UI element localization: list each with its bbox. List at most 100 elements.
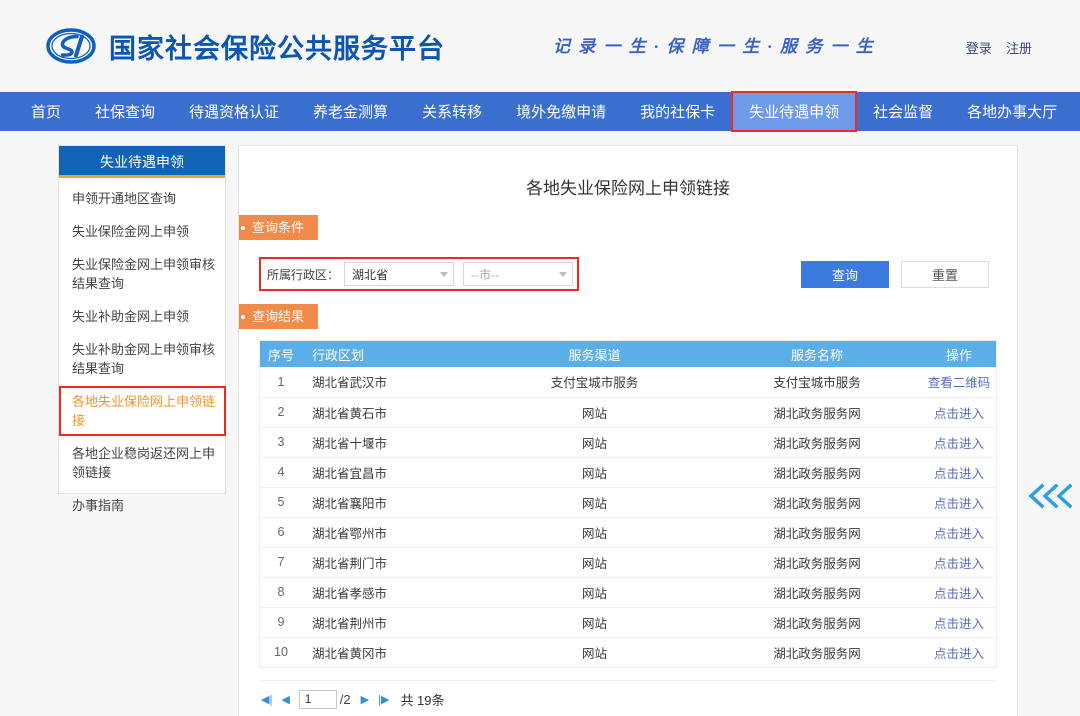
sidebar-menu: 申领开通地区查询失业保险金网上申领失业保险金网上申领审核结果查询失业补助金网上申… <box>59 178 225 528</box>
row-action-link[interactable]: 点击进入 <box>934 647 984 661</box>
cell-action: 点击进入 <box>922 547 996 577</box>
row-action-link[interactable]: 点击进入 <box>934 407 984 421</box>
cell-no: 1 <box>260 367 302 397</box>
sidebar-item-6[interactable]: 各地企业稳岗返还网上申领链接 <box>59 437 225 489</box>
sidebar-item-2[interactable]: 失业保险金网上申领审核结果查询 <box>59 248 225 300</box>
sidebar-item-0[interactable]: 申领开通地区查询 <box>59 182 225 215</box>
nav-item-3[interactable]: 养老金测算 <box>296 92 405 131</box>
sidebar-item-4[interactable]: 失业补助金网上申领审核结果查询 <box>59 333 225 385</box>
cell-region: 湖北省鄂州市 <box>302 517 477 547</box>
sidebar: 失业待遇申领 申领开通地区查询失业保险金网上申领失业保险金网上申领审核结果查询失… <box>58 145 226 494</box>
login-link[interactable]: 登录 <box>966 41 992 56</box>
city-select[interactable]: --市-- <box>463 262 573 286</box>
prev-page-icon[interactable]: ◀ <box>281 693 289 706</box>
cell-channel: 网站 <box>477 397 712 427</box>
cell-channel: 网站 <box>477 637 712 667</box>
reset-button[interactable]: 重置 <box>901 261 989 288</box>
register-link[interactable]: 注册 <box>1006 41 1032 56</box>
cell-channel: 网站 <box>477 607 712 637</box>
sidebar-item-5[interactable]: 各地失业保险网上申领链接 <box>59 385 225 437</box>
last-page-icon[interactable]: |▶ <box>378 693 389 706</box>
content-gap <box>226 145 238 716</box>
row-action-link[interactable]: 点击进入 <box>934 617 984 631</box>
region-label: 所属行政区： <box>267 266 339 283</box>
results-table-wrapper: 序号行政区划服务渠道服务名称操作 1湖北省武汉市支付宝城市服务支付宝城市服务查看… <box>259 340 997 668</box>
result-section-label: 查询结果 <box>252 304 304 329</box>
cell-service: 湖北政务服务网 <box>712 457 922 487</box>
pagination: ◀| ◀ 1 /2 ▶ |▶ 共 19条 <box>239 681 1017 709</box>
nav-item-1[interactable]: 社保查询 <box>78 92 172 131</box>
row-action-link[interactable]: 点击进入 <box>934 497 984 511</box>
province-select-value: 湖北省 <box>352 266 388 283</box>
row-action-link[interactable]: 点击进入 <box>934 587 984 601</box>
table-row: 4湖北省宜昌市网站湖北政务服务网点击进入 <box>260 457 996 487</box>
sidebar-item-3[interactable]: 失业补助金网上申领 <box>59 300 225 333</box>
cell-channel: 网站 <box>477 547 712 577</box>
query-section-header: 查询条件 <box>239 215 1017 245</box>
cell-no: 4 <box>260 457 302 487</box>
table-head: 序号行政区划服务渠道服务名称操作 <box>260 341 996 367</box>
table-row: 9湖北省荆州市网站湖北政务服务网点击进入 <box>260 607 996 637</box>
cell-service: 支付宝城市服务 <box>712 367 922 397</box>
search-button[interactable]: 查询 <box>801 261 889 288</box>
cell-action: 点击进入 <box>922 457 996 487</box>
sidebar-item-7[interactable]: 办事指南 <box>59 489 225 522</box>
nav-item-2[interactable]: 待遇资格认证 <box>172 92 296 131</box>
first-page-icon[interactable]: ◀| <box>261 693 272 706</box>
si-emblem-icon <box>46 27 96 65</box>
cell-action: 点击进入 <box>922 637 996 667</box>
cell-no: 10 <box>260 637 302 667</box>
region-field-group: 所属行政区： 湖北省 --市-- <box>259 257 579 291</box>
row-action-link[interactable]: 点击进入 <box>934 437 984 451</box>
cell-no: 8 <box>260 577 302 607</box>
nav-item-0[interactable]: 首页 <box>14 92 78 131</box>
sidebar-item-1[interactable]: 失业保险金网上申领 <box>59 215 225 248</box>
chevron-down-icon <box>559 272 567 277</box>
cell-no: 5 <box>260 487 302 517</box>
table-column-header-3: 服务名称 <box>712 341 922 367</box>
collapse-panel-handle[interactable] <box>1026 483 1072 509</box>
row-action-link[interactable]: 点击进入 <box>934 527 984 541</box>
cell-action: 点击进入 <box>922 397 996 427</box>
cell-region: 湖北省黄冈市 <box>302 637 477 667</box>
cell-service: 湖北政务服务网 <box>712 577 922 607</box>
cell-service: 湖北政务服务网 <box>712 517 922 547</box>
total-pages-label: /2 <box>340 692 351 707</box>
province-select[interactable]: 湖北省 <box>344 262 454 286</box>
nav-item-6[interactable]: 我的社保卡 <box>623 92 732 131</box>
cell-no: 2 <box>260 397 302 427</box>
nav-item-9[interactable]: 各地办事大厅 <box>950 92 1074 131</box>
table-row: 1湖北省武汉市支付宝城市服务支付宝城市服务查看二维码 <box>260 367 996 397</box>
nav-item-5[interactable]: 境外免缴申请 <box>499 92 623 131</box>
table-column-header-0: 序号 <box>260 341 302 367</box>
cell-region: 湖北省荆州市 <box>302 607 477 637</box>
table-column-header-2: 服务渠道 <box>477 341 712 367</box>
cell-region: 湖北省武汉市 <box>302 367 477 397</box>
table-row: 3湖北省十堰市网站湖北政务服务网点击进入 <box>260 427 996 457</box>
cell-channel: 网站 <box>477 427 712 457</box>
table-row: 6湖北省鄂州市网站湖北政务服务网点击进入 <box>260 517 996 547</box>
table-column-header-4: 操作 <box>922 341 996 367</box>
cell-service: 湖北政务服务网 <box>712 637 922 667</box>
row-action-link[interactable]: 点击进入 <box>934 467 984 481</box>
cell-action: 点击进入 <box>922 427 996 457</box>
row-action-link[interactable]: 查看二维码 <box>928 376 991 390</box>
sidebar-title: 失业待遇申领 <box>59 146 225 178</box>
content-panel: 各地失业保险网上申领链接 查询条件 所属行政区： 湖北省 --市-- <box>238 145 1018 716</box>
cell-channel: 网站 <box>477 577 712 607</box>
query-form: 所属行政区： 湖北省 --市-- 查询 重置 <box>259 254 997 294</box>
cell-service: 湖北政务服务网 <box>712 547 922 577</box>
site-header: 国家社会保险公共服务平台 记 录 一 生 · 保 障 一 生 · 服 务 一 生… <box>0 0 1080 92</box>
next-page-icon[interactable]: ▶ <box>361 693 369 706</box>
result-section-header: 查询结果 <box>239 304 1017 334</box>
row-action-link[interactable]: 点击进入 <box>934 557 984 571</box>
page-number-input[interactable]: 1 <box>299 690 337 709</box>
cell-service: 湖北政务服务网 <box>712 427 922 457</box>
nav-item-7[interactable]: 失业待遇申领 <box>732 92 856 131</box>
table-body: 1湖北省武汉市支付宝城市服务支付宝城市服务查看二维码2湖北省黄石市网站湖北政务服… <box>260 367 996 667</box>
logo-block[interactable]: 国家社会保险公共服务平台 <box>46 27 445 66</box>
nav-item-8[interactable]: 社会监督 <box>856 92 950 131</box>
nav-item-4[interactable]: 关系转移 <box>405 92 499 131</box>
cell-action: 点击进入 <box>922 607 996 637</box>
cell-no: 3 <box>260 427 302 457</box>
